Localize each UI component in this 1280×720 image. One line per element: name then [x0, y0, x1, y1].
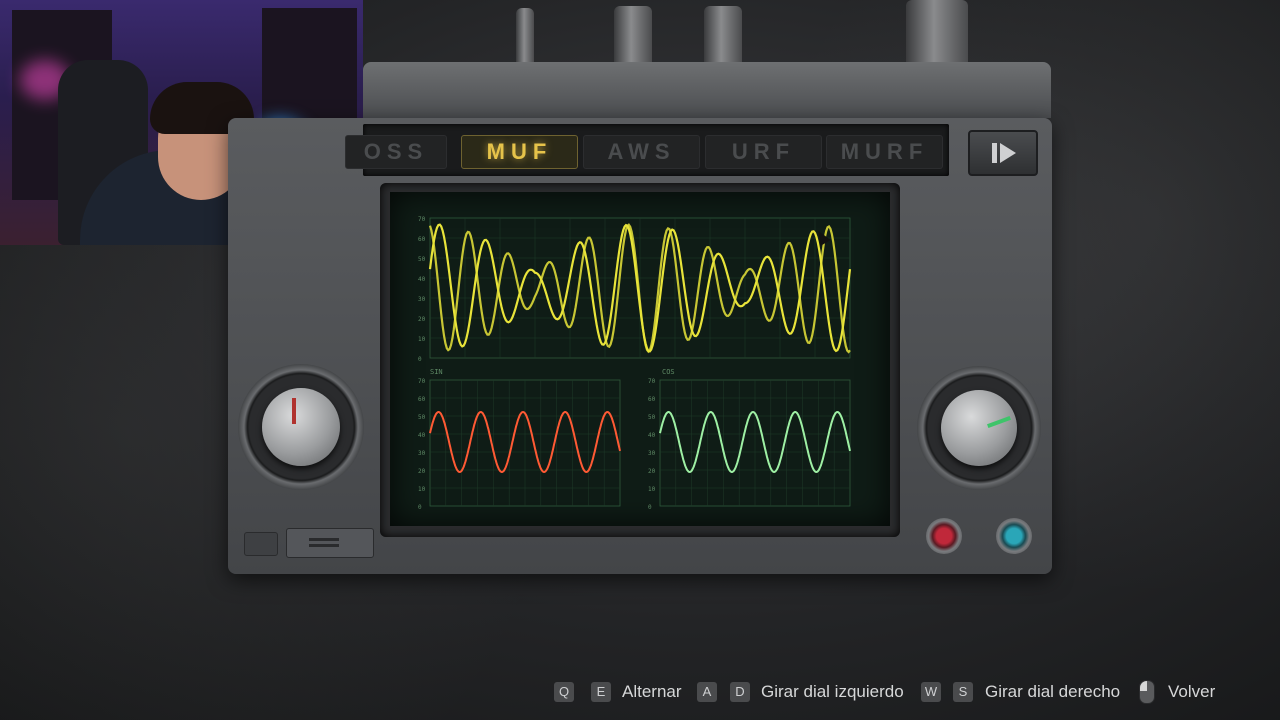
main-scope-tick-label: 70 [418, 216, 426, 223]
main-scope-tick-label: 0 [418, 356, 422, 363]
tab-murf[interactable]: MURF [826, 135, 943, 169]
main-scope-tick-label: 60 [418, 236, 426, 243]
key-w: W [921, 682, 941, 702]
sin-scope-tick-label: 40 [418, 432, 426, 439]
sin-scope-tick-label: 0 [418, 504, 422, 511]
key-e: E [591, 682, 611, 702]
hint-girar-dial-derecho: Girar dial derecho [985, 682, 1121, 701]
hint-alternar: Alternar [622, 682, 682, 701]
left-dial[interactable] [262, 388, 340, 466]
main-scope-tick-label: 50 [418, 256, 426, 263]
right-dial[interactable] [941, 390, 1017, 466]
sin-scope-tick-label: 20 [418, 468, 426, 475]
cos-scope-tick-label: 30 [648, 450, 656, 457]
main-scope-tick-label: 30 [418, 296, 426, 303]
tab-muf[interactable]: MUF [461, 135, 578, 169]
oscilloscope-screen: 70 60 50 40 30 20 10 0 70 60 50 40 30 20 10 0 70 60 50 40… [390, 192, 890, 526]
main-scope-grid: 70 60 50 40 30 20 10 0 [418, 216, 851, 363]
cos-scope-tick-label: 20 [648, 468, 656, 475]
scope-display: 70 60 50 40 30 20 10 0 70 60 50 40 30 20 10 0 70 60 50 40… [418, 216, 852, 511]
key-d: D [730, 682, 750, 702]
tab-aws[interactable]: AWS [583, 135, 700, 169]
cos-scope-tick-label: 0 [648, 504, 652, 511]
cos-scope-grid: 70 60 50 40 30 20 10 0 [648, 378, 851, 511]
device-top-housing [363, 62, 1051, 118]
red-button[interactable] [926, 518, 962, 554]
main-scope-tick-label: 20 [418, 316, 426, 323]
cos-scope-label: COS [662, 368, 675, 376]
sin-scope-grid: 70 60 50 40 30 20 10 0 [418, 378, 621, 511]
tab-urf[interactable]: URF [705, 135, 822, 169]
next-mode-button[interactable] [968, 130, 1038, 176]
cos-scope-tick-label: 50 [648, 414, 656, 421]
left-dial-marker [292, 398, 296, 424]
sin-scope-tick-label: 70 [418, 378, 426, 385]
tab-oss[interactable]: OSS [345, 135, 447, 169]
main-scope-tick-label: 10 [418, 336, 426, 343]
right-dial-marker [987, 416, 1011, 428]
key-s: S [953, 682, 973, 702]
sin-scope-label: SIN [430, 368, 443, 376]
panel-switch [286, 528, 374, 558]
antenna-prong [906, 0, 968, 66]
panel-slot [244, 532, 278, 556]
mouse-right-icon [1139, 680, 1155, 704]
sin-scope-tick-label: 30 [418, 450, 426, 457]
cos-scope-tick-label: 70 [648, 378, 656, 385]
cos-scope-tick-label: 40 [648, 432, 656, 439]
teal-button[interactable] [996, 518, 1032, 554]
sin-scope-tick-label: 10 [418, 486, 426, 493]
cos-scope-tick-label: 60 [648, 396, 656, 403]
key-q: Q [554, 682, 574, 702]
cos-scope-tick-label: 10 [648, 486, 656, 493]
main-scope-tick-label: 40 [418, 276, 426, 283]
hint-volver: Volver [1168, 682, 1216, 701]
sin-scope-tick-label: 50 [418, 414, 426, 421]
hint-girar-dial-izquierdo: Girar dial izquierdo [761, 682, 904, 701]
key-a: A [697, 682, 717, 702]
play-next-icon [992, 143, 1016, 163]
sin-scope-tick-label: 60 [418, 396, 426, 403]
